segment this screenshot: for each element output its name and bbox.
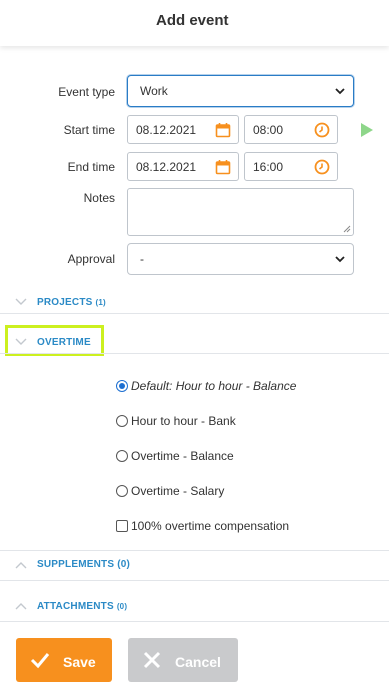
save-button[interactable]: Save [16,638,112,682]
event-type-label: Event type [58,85,115,99]
attachments-title-text: ATTACHMENTS [37,601,114,612]
supplements-section-title: SUPPLEMENTS (0) [37,559,131,570]
projects-count: (1) [95,298,106,307]
end-time-field[interactable]: 16:00 [244,152,338,181]
projects-title-text: PROJECTS [37,297,93,308]
chevron-up-icon [15,562,27,569]
notes-label: Notes [83,191,115,205]
compensation-label: 100% overtime compensation [131,519,290,533]
section-divider [0,353,389,354]
section-divider [0,580,389,581]
attachments-section-title: ATTACHMENTS (0) [37,601,127,612]
cancel-button-label: Cancel [175,654,221,670]
overtime-option-label: Hour to hour - Bank [131,414,236,428]
radio-button[interactable] [116,415,128,427]
save-button-label: Save [63,654,96,670]
overtime-section-title: OVERTIME [37,337,91,348]
overtime-option-label: Overtime - Salary [131,484,225,498]
chevron-down-icon [15,298,27,305]
start-date-value: 08.12.2021 [136,123,197,137]
end-date-value: 08.12.2021 [136,160,197,174]
section-divider [0,550,389,551]
section-divider [0,313,389,314]
check-icon [30,653,50,669]
end-date-field[interactable]: 08.12.2021 [127,152,239,181]
chevron-down-icon [15,338,27,345]
compensation-checkbox[interactable] [116,520,128,532]
approval-value: - [140,252,144,266]
clock-icon[interactable] [314,122,330,138]
approval-select[interactable]: - [127,243,354,275]
start-time-label: Start time [63,123,115,137]
event-type-value: Work [140,84,168,98]
end-time-label: End time [67,160,115,174]
resize-handle-icon[interactable] [343,225,351,233]
projects-section-title: PROJECTS (1) [37,297,106,308]
cancel-button[interactable]: Cancel [128,638,238,682]
end-time-value: 16:00 [253,160,284,174]
section-divider [0,621,389,622]
chevron-down-icon [335,88,345,95]
play-icon[interactable] [360,123,373,137]
radio-button[interactable] [116,380,128,392]
overtime-option-label: Default: Hour to hour - Balance [131,379,297,393]
attachments-count: (0) [116,602,128,611]
chevron-down-icon [335,256,345,263]
page-title: Add event [156,12,229,29]
chevron-up-icon [15,603,27,610]
calendar-icon[interactable] [215,159,231,175]
notes-textarea[interactable] [127,188,354,236]
start-time-value: 08:00 [253,123,284,137]
radio-button[interactable] [116,485,128,497]
start-date-field[interactable]: 08.12.2021 [127,115,239,144]
overtime-option-label: Overtime - Balance [131,449,234,463]
event-type-select[interactable]: Work [127,75,354,107]
start-time-field[interactable]: 08:00 [244,115,338,144]
radio-button[interactable] [116,450,128,462]
calendar-icon[interactable] [215,122,231,138]
header-bar: Add event [0,0,389,46]
clock-icon[interactable] [314,159,330,175]
approval-label: Approval [67,252,115,266]
close-icon [143,651,161,669]
